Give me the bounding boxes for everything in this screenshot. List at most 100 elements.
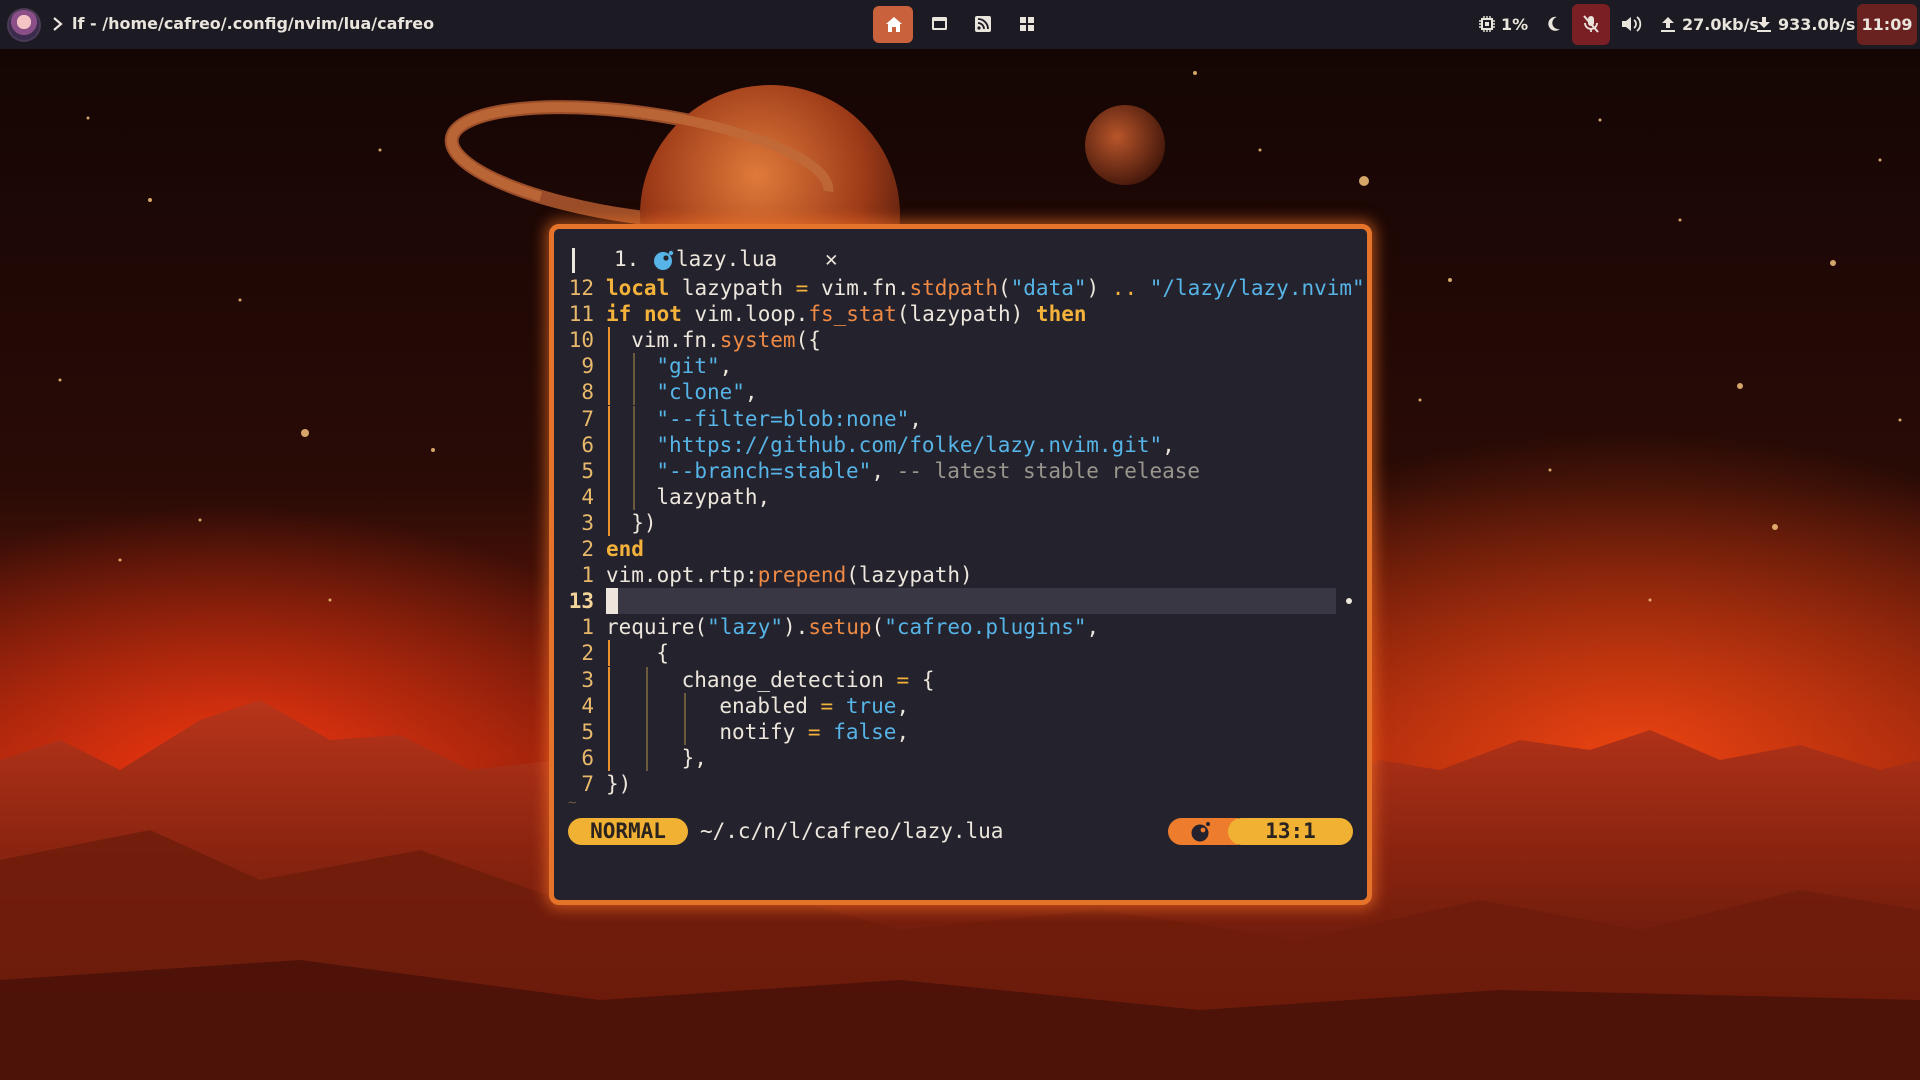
- code-line[interactable]: 5 "--branch=stable", -- latest stable rel…: [554, 457, 1367, 484]
- night-mode-toggle[interactable]: [1547, 13, 1561, 35]
- download-icon: [1757, 16, 1771, 32]
- code-text: change_detection = {: [682, 667, 935, 693]
- code-token: "lazy": [707, 615, 784, 640]
- indent-guide: [633, 379, 636, 406]
- statusline-right: 13:1: [1168, 818, 1353, 845]
- microphone-mute-toggle[interactable]: [1572, 4, 1610, 45]
- volume-control[interactable]: [1621, 13, 1643, 35]
- workspace-home-button[interactable]: [873, 6, 913, 43]
- code-line[interactable]: 12 local lazypath = vim.fn.stdpath("data"…: [554, 275, 1367, 301]
- code-token: vim.opt.rtp:: [606, 563, 758, 588]
- code-token: lazypath: [669, 276, 796, 300]
- code-line[interactable]: 7}): [554, 771, 1367, 797]
- lua-filetype-icon: [1191, 822, 1210, 842]
- indent-guide: [645, 692, 648, 719]
- code-token: ({: [795, 328, 821, 353]
- code-line[interactable]: 6},: [554, 744, 1367, 771]
- home-icon: [886, 17, 902, 32]
- code-text: end: [606, 536, 644, 562]
- code-token: "cafreo.plugins": [884, 615, 1087, 640]
- code-text: "--filter=blob:none",: [656, 406, 922, 432]
- code-token: system: [719, 328, 796, 353]
- clock[interactable]: 11:09: [1857, 4, 1917, 45]
- code-line[interactable]: 5 notify = false,: [554, 718, 1367, 745]
- code-line[interactable]: 2 end: [554, 536, 1367, 562]
- code-token: -- latest stable release: [896, 458, 1201, 483]
- line-number: 6: [581, 432, 594, 457]
- line-number: 7: [581, 771, 594, 796]
- code-line[interactable]: 3 change_detection = {: [554, 666, 1367, 693]
- code-token: =: [795, 276, 809, 300]
- code-line[interactable]: 2{: [554, 640, 1367, 667]
- code-token: local: [606, 276, 670, 300]
- code-line[interactable]: 3}): [554, 509, 1367, 536]
- code-token: ): [1086, 276, 1112, 300]
- code-line[interactable]: 1 vim.opt.rtp:prepend(lazypath): [554, 562, 1367, 588]
- cursor-position: 13:1: [1228, 818, 1353, 845]
- code-token: vim.fn.: [808, 276, 910, 300]
- code-token: "--filter=blob:none": [656, 406, 910, 431]
- chevron-right-icon: [53, 17, 63, 31]
- tab-close-icon[interactable]: ✕: [825, 247, 838, 271]
- workspace-windows-button[interactable]: [1007, 6, 1047, 43]
- code-line[interactable]: 1 require("lazy").setup("cafreo.plugins",: [554, 614, 1367, 640]
- statusline-filepath: ~/.c/n/l/cafreo/lazy.lua: [700, 819, 1004, 843]
- code-token: =: [896, 667, 910, 692]
- code-token: end: [606, 537, 644, 561]
- indent-guide: [608, 640, 610, 667]
- indent-guide: [645, 744, 648, 771]
- indent-guide: [683, 718, 686, 745]
- code-text: "clone",: [656, 379, 757, 405]
- terminal-window[interactable]: 1. lazy.lua ✕ 12 local lazypath = vim.fn.…: [549, 224, 1372, 905]
- code-token: "/lazy/lazy.nvim": [1149, 276, 1365, 300]
- tab-filename[interactable]: lazy.lua: [676, 247, 777, 271]
- code-line[interactable]: 4 lazypath,: [554, 483, 1367, 510]
- code-line[interactable]: 11 if not vim.loop.fs_stat(lazypath) then: [554, 301, 1367, 327]
- upload-speed: 27.0kb/s: [1682, 14, 1759, 34]
- code-line[interactable]: 7 "--filter=blob:none",: [554, 405, 1367, 432]
- user-avatar[interactable]: [7, 8, 41, 42]
- statusline: NORMAL ~/.c/n/l/cafreo/lazy.lua 13:1: [568, 818, 1353, 845]
- code-text: lazypath,: [656, 484, 770, 510]
- code-text: },: [682, 745, 707, 771]
- code-text: vim.fn.system({: [631, 327, 821, 353]
- line-number: 3: [581, 510, 594, 535]
- upload-icon: [1661, 16, 1675, 32]
- code-token: vim.fn.: [631, 328, 720, 353]
- indent-guide: [608, 718, 610, 745]
- indent-guide: [633, 353, 636, 380]
- code-token: setup: [808, 615, 872, 640]
- current-line[interactable]: 13: [554, 588, 1367, 615]
- indent-guide: [608, 666, 610, 693]
- cpu-indicator[interactable]: 1%: [1479, 13, 1528, 35]
- tab-number: 1.: [614, 247, 640, 271]
- code-line[interactable]: 8 "clone",: [554, 379, 1367, 406]
- code-token: (lazypath): [846, 563, 973, 588]
- cursorline-highlight: [606, 588, 1336, 615]
- code-text: notify = false,: [719, 719, 909, 745]
- code-text: require("lazy").setup("cafreo.plugins",: [606, 614, 1099, 640]
- indent-guide: [608, 379, 610, 406]
- download-speed-indicator: 933.0b/s: [1756, 13, 1855, 35]
- code-text: "git",: [656, 353, 732, 379]
- code-line[interactable]: 9 "git",: [554, 353, 1367, 380]
- code-token: (: [871, 615, 885, 640]
- line-number: 4: [581, 693, 594, 718]
- code-token: (: [997, 276, 1011, 300]
- code-line[interactable]: 10 vim.fn.system({: [554, 327, 1367, 354]
- code-text: if not vim.loop.fs_stat(lazypath) then: [606, 301, 1087, 327]
- line-number: 2: [581, 641, 594, 666]
- indent-guide: [608, 457, 610, 484]
- windows-icon: [1020, 17, 1034, 31]
- workspace-browser-button[interactable]: [919, 6, 959, 43]
- line-number: 13: [568, 589, 594, 614]
- workspace-rss-button[interactable]: [963, 6, 1003, 43]
- code-token: ,: [719, 354, 733, 379]
- code-token: ,: [896, 693, 910, 718]
- code-token: change_detection: [681, 667, 897, 692]
- code-line[interactable]: 4 enabled = true,: [554, 692, 1367, 719]
- download-speed: 933.0b/s: [1778, 14, 1856, 34]
- code-line[interactable]: 6 "https://github.com/folke/lazy.nvim.git…: [554, 431, 1367, 458]
- code-text: "--branch=stable", -- latest stable rele…: [656, 458, 1200, 484]
